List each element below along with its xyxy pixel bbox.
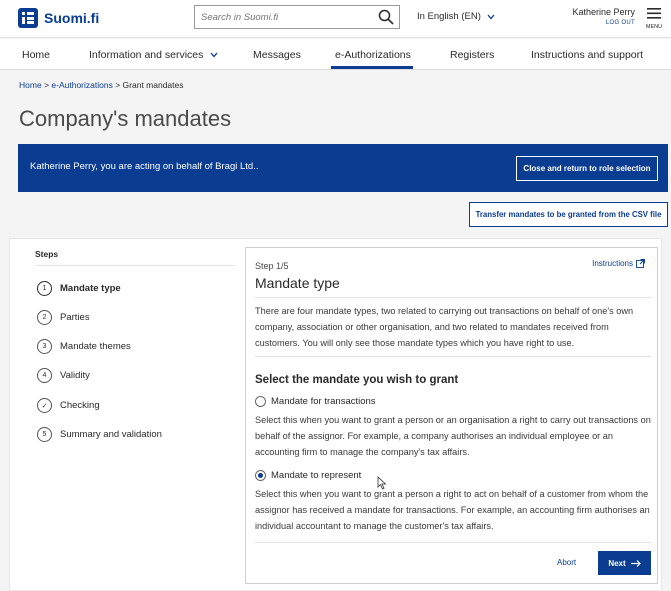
nav-registers[interactable]: Registers — [450, 49, 494, 61]
banner-text: Katherine Perry, you are acting on behal… — [30, 161, 259, 172]
step-mandate-themes: 3 Mandate themes — [37, 339, 131, 354]
step-label: Validity — [60, 370, 90, 381]
step-parties: 2 Parties — [37, 310, 90, 325]
radio-label: Mandate for transactions — [271, 396, 376, 407]
top-header: Suomi.fi In English (EN) Katherine Perry… — [0, 0, 671, 38]
user-area: Katherine Perry LOG OUT — [572, 7, 635, 26]
logout-link[interactable]: LOG OUT — [572, 20, 635, 26]
breadcrumb-separator: > — [115, 80, 121, 90]
option-description: Select this when you want to grant a per… — [255, 415, 651, 457]
close-and-return-button[interactable]: Close and return to role selection — [516, 156, 658, 181]
external-link-icon — [636, 259, 645, 268]
suomi-logo[interactable]: Suomi.fi — [18, 8, 99, 28]
radio-button[interactable] — [255, 396, 266, 407]
menu-button[interactable]: MENU — [645, 8, 663, 30]
nav-messages[interactable]: Messages — [253, 49, 301, 61]
step-validity: 4 Validity — [37, 368, 90, 383]
step-number: 2 — [37, 310, 52, 325]
nav-home[interactable]: Home — [22, 49, 50, 61]
nav-information-and-services[interactable]: Information and services — [89, 49, 218, 61]
next-label: Next — [608, 558, 626, 568]
language-label: In English (EN) — [417, 11, 481, 22]
breadcrumb-home[interactable]: Home — [19, 80, 42, 90]
instructions-label: Instructions — [592, 259, 633, 268]
chevron-down-icon — [210, 52, 218, 58]
nav-information-label: Information and services — [89, 49, 204, 61]
divider — [255, 356, 651, 357]
breadcrumb: Home > e-Authorizations > Grant mandates — [19, 80, 184, 90]
divider — [255, 542, 651, 543]
abort-button[interactable]: Abort — [557, 558, 576, 567]
intro-text: There are four mandate types, two relate… — [255, 306, 634, 348]
next-button[interactable]: Next — [598, 551, 651, 575]
menu-label: MENU — [645, 24, 663, 30]
logo-text: Suomi.fi — [44, 10, 100, 26]
language-selector[interactable]: In English (EN) — [417, 11, 495, 22]
radio-button-selected[interactable] — [255, 470, 266, 481]
option-description: Select this when you want to grant a per… — [255, 489, 650, 531]
mandate-type-card: Step 1/5 Instructions Mandate type There… — [245, 247, 658, 584]
main-nav: Home Information and services Messages e… — [0, 39, 671, 70]
csv-transfer-button[interactable]: Transfer mandates to be granted from the… — [469, 202, 668, 227]
search-icon[interactable] — [378, 9, 394, 25]
step-label: Mandate type — [60, 283, 121, 294]
step-number: 5 — [37, 427, 52, 442]
user-name: Katherine Perry — [572, 7, 635, 17]
step-number: 3 — [37, 339, 52, 354]
option-mandate-for-transactions[interactable]: Mandate for transactions — [255, 396, 376, 407]
hamburger-icon — [647, 8, 661, 19]
steps-divider — [35, 265, 235, 266]
select-heading: Select the mandate you wish to grant — [255, 374, 459, 386]
card-title: Mandate type — [255, 275, 340, 291]
step-label: Checking — [60, 400, 100, 411]
step-mandate-type: 1 Mandate type — [37, 281, 121, 296]
chevron-down-icon — [487, 14, 495, 19]
arrow-right-icon — [630, 559, 641, 567]
search-input[interactable] — [195, 6, 373, 28]
option-mandate-to-represent[interactable]: Mandate to represent — [255, 470, 361, 481]
active-tab-indicator — [331, 66, 413, 69]
breadcrumb-separator: > — [44, 80, 50, 90]
radio-label: Mandate to represent — [271, 470, 362, 481]
step-number: 4 — [37, 368, 52, 383]
instructions-link[interactable]: Instructions — [592, 259, 645, 268]
step-label: Summary and validation — [60, 429, 162, 440]
breadcrumb-current: Grant mandates — [122, 80, 184, 90]
search-box — [194, 5, 400, 29]
step-checking: ✓ Checking — [37, 398, 100, 413]
step-label: Parties — [60, 312, 90, 323]
mouse-cursor-icon — [377, 476, 387, 490]
content-area: Home > e-Authorizations > Grant mandates… — [0, 70, 671, 591]
steps-title: Steps — [35, 249, 59, 259]
step-summary-and-validation: 5 Summary and validation — [37, 427, 162, 442]
nav-e-authorizations[interactable]: e-Authorizations — [335, 49, 411, 61]
suomi-logo-icon — [18, 8, 38, 28]
step-number: 1 — [37, 281, 52, 296]
checkmark-icon: ✓ — [37, 398, 52, 413]
step-label: Mandate themes — [60, 341, 131, 352]
page-title: Company's mandates — [19, 106, 232, 131]
divider — [255, 297, 651, 298]
step-counter: Step 1/5 — [255, 261, 289, 271]
acting-on-behalf-banner: Katherine Perry, you are acting on behal… — [18, 144, 668, 192]
nav-instructions-and-support[interactable]: Instructions and support — [531, 49, 643, 61]
breadcrumb-e-authorizations[interactable]: e-Authorizations — [51, 80, 112, 90]
